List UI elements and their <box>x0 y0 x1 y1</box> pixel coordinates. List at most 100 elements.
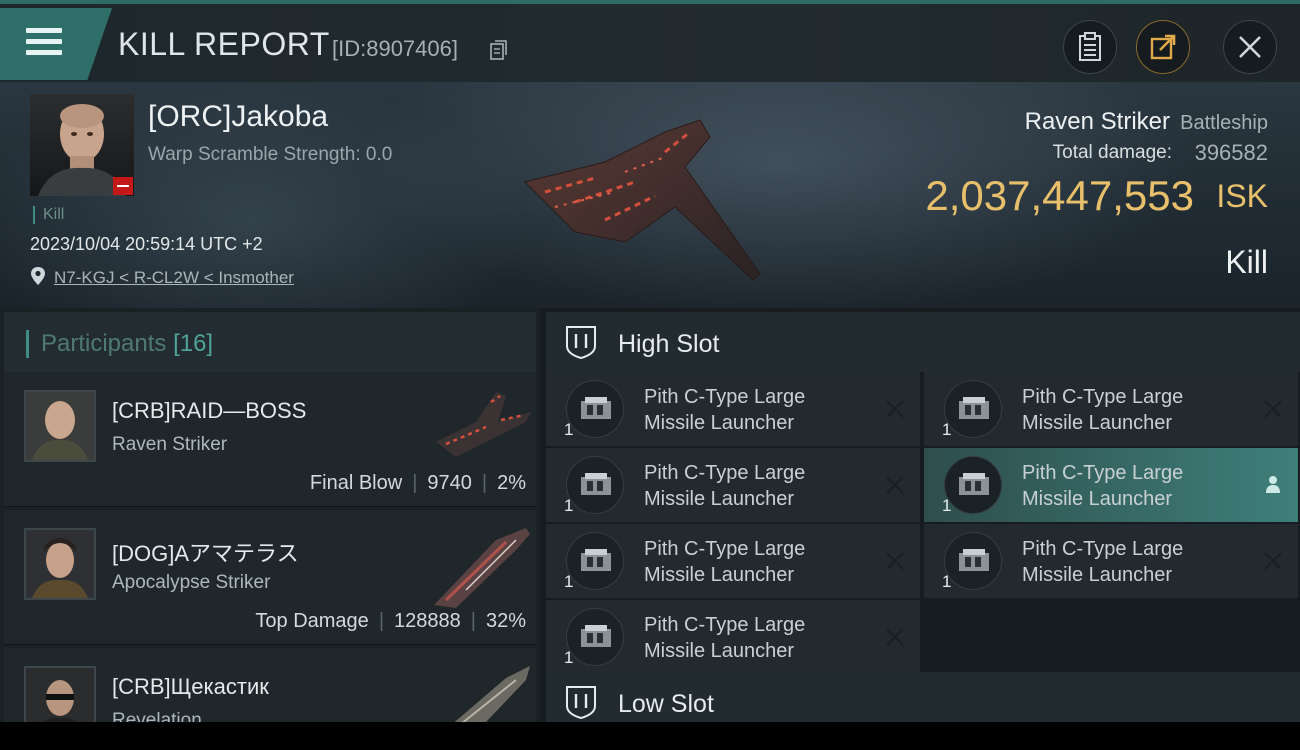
module-name: Pith C-Type Large Missile Launcher <box>1022 384 1242 436</box>
destroyed-icon <box>886 476 904 494</box>
participant-portrait[interactable] <box>24 528 96 600</box>
missile-launcher-icon <box>944 532 1002 590</box>
participant-role: Top Damage <box>255 610 369 632</box>
module-tile[interactable]: 1 Pith C-Type Large Missile Launcher <box>546 524 920 598</box>
standing-badge <box>113 177 133 195</box>
module-name-line2: Missile Launcher <box>644 640 795 662</box>
module-name: Pith C-Type Large Missile Launcher <box>644 460 864 512</box>
module-name: Pith C-Type Large Missile Launcher <box>644 536 864 588</box>
participant-name: [DOG]Aアマテラス <box>112 541 299 566</box>
missile-launcher-icon <box>566 608 624 666</box>
participant-ship: Apocalypse Striker <box>112 572 271 593</box>
module-tile[interactable]: 1 Pith C-Type Large Missile Launcher <box>546 372 920 446</box>
close-icon <box>1239 36 1261 58</box>
missile-launcher-icon <box>944 456 1002 514</box>
participant-percent: 2% <box>497 472 526 494</box>
report-button[interactable] <box>1063 20 1117 74</box>
header-bar: KILL REPORT [ID:8907406] <box>0 0 1300 82</box>
participant-role: Final Blow <box>309 472 403 494</box>
participants-header[interactable]: Participants [16] <box>4 312 536 372</box>
module-name-line1: Pith C-Type Large <box>1022 538 1184 560</box>
module-tile-selected[interactable]: 1 Pith C-Type Large Missile Launcher <box>924 448 1298 522</box>
missile-launcher-icon <box>566 380 624 438</box>
bottom-bar <box>0 722 1300 750</box>
fitting-panel: High Slot 1 Pith C-Type Large Missile Lau… <box>540 308 1300 722</box>
participants-count: [16] <box>173 330 214 357</box>
module-quantity: 1 <box>564 420 574 439</box>
total-damage-value: 396582 <box>1194 140 1268 165</box>
module-name-line1: Pith C-Type Large <box>644 386 806 408</box>
destroyed-icon <box>1264 552 1282 570</box>
share-icon <box>1150 34 1176 60</box>
participant-row[interactable]: [CRB]Щекастик Revelation <box>4 648 536 722</box>
kill-id: [ID:8907406] <box>332 36 458 61</box>
participant-name: [CRB]RAID—BOSS <box>112 398 307 423</box>
module-name-line2: Missile Launcher <box>644 412 795 434</box>
module-name-line2: Missile Launcher <box>1022 564 1173 586</box>
total-damage-label: Total damage: <box>1052 142 1172 163</box>
kill-summary: [ORC]Jakoba Warp Scramble Strength: 0.0 … <box>0 82 1300 308</box>
participant-percent: 32% <box>485 610 526 632</box>
participant-ship: Revelation <box>112 710 202 722</box>
isk-unit: ISK <box>1216 178 1268 214</box>
destroyed-icon <box>886 400 904 418</box>
participant-ship-image <box>436 392 531 457</box>
isk-value: 2,037,447,553 <box>925 172 1194 219</box>
low-slot-header: Low Slot <box>546 672 1300 722</box>
missile-launcher-icon <box>566 456 624 514</box>
destroyed-icon <box>1264 400 1282 418</box>
participant-row[interactable]: [CRB]RAID—BOSS Raven Striker Final Blow |… <box>4 372 536 507</box>
participant-stats: Top Damage | 128888 | 32% <box>255 610 526 632</box>
module-name-line2: Missile Launcher <box>644 488 795 510</box>
module-quantity: 1 <box>942 496 952 515</box>
module-name: Pith C-Type Large Missile Launcher <box>644 384 864 436</box>
module-tile[interactable]: 1 Pith C-Type Large Missile Launcher <box>924 372 1298 446</box>
module-tile[interactable]: 1 Pith C-Type Large Missile Launcher <box>546 448 920 522</box>
participant-stats: Final Blow | 9740 | 2% <box>309 472 526 494</box>
missile-launcher-icon <box>566 532 624 590</box>
menu-button[interactable] <box>0 8 112 80</box>
share-button[interactable] <box>1136 20 1190 74</box>
destroyed-icon <box>886 552 904 570</box>
participant-damage: 128888 <box>394 610 461 632</box>
participant-portrait[interactable] <box>24 666 96 722</box>
warp-scramble-strength: Warp Scramble Strength: 0.0 <box>148 144 393 165</box>
module-quantity: 1 <box>564 496 574 515</box>
participants-panel: Participants [16] [CRB]RAID—BOSS Raven S… <box>0 308 540 722</box>
victim-name[interactable]: [ORC]Jakoba <box>148 100 328 134</box>
module-quantity: 1 <box>564 572 574 591</box>
person-icon <box>1266 476 1280 493</box>
victim-ship-class: Battleship <box>1180 112 1268 134</box>
module-name-line1: Pith C-Type Large <box>644 614 806 636</box>
module-tile[interactable]: 1 Pith C-Type Large Missile Launcher <box>924 524 1298 598</box>
module-quantity: 1 <box>564 648 574 667</box>
module-quantity: 1 <box>942 420 952 439</box>
missile-launcher-icon <box>944 380 1002 438</box>
high-slot-icon <box>566 326 596 360</box>
close-button[interactable] <box>1223 20 1277 74</box>
location-pin-icon <box>31 267 45 285</box>
participant-damage: 9740 <box>427 472 472 494</box>
participant-portrait[interactable] <box>24 390 96 462</box>
kill-tag: Kill <box>33 206 64 224</box>
participants-title: Participants [16] <box>26 330 213 358</box>
module-quantity: 1 <box>942 572 952 591</box>
participant-row[interactable]: [DOG]Aアマテラス Apocalypse Striker Top Damag… <box>4 510 536 645</box>
low-slot-icon <box>566 686 596 720</box>
location-link[interactable]: N7-KGJ < R-CL2W < Insmother <box>54 268 294 288</box>
destroyed-icon <box>886 628 904 646</box>
participants-title-text: Participants <box>41 330 167 357</box>
module-name-line1: Pith C-Type Large <box>644 462 806 484</box>
module-name-line2: Missile Launcher <box>1022 412 1173 434</box>
participant-ship-image <box>434 528 530 608</box>
victim-ship-image <box>524 119 761 281</box>
module-tile[interactable]: 1 Pith C-Type Large Missile Launcher <box>546 600 920 674</box>
result-label: Kill <box>1225 244 1268 280</box>
module-name-line1: Pith C-Type Large <box>644 538 806 560</box>
high-slot-label: High Slot <box>618 330 720 358</box>
copy-icon[interactable] <box>490 40 508 60</box>
module-name-line1: Pith C-Type Large <box>1022 386 1184 408</box>
victim-ship-name[interactable]: Raven Striker <box>1025 108 1170 136</box>
low-slot-label: Low Slot <box>618 690 714 718</box>
page-title: KILL REPORT <box>118 26 330 62</box>
